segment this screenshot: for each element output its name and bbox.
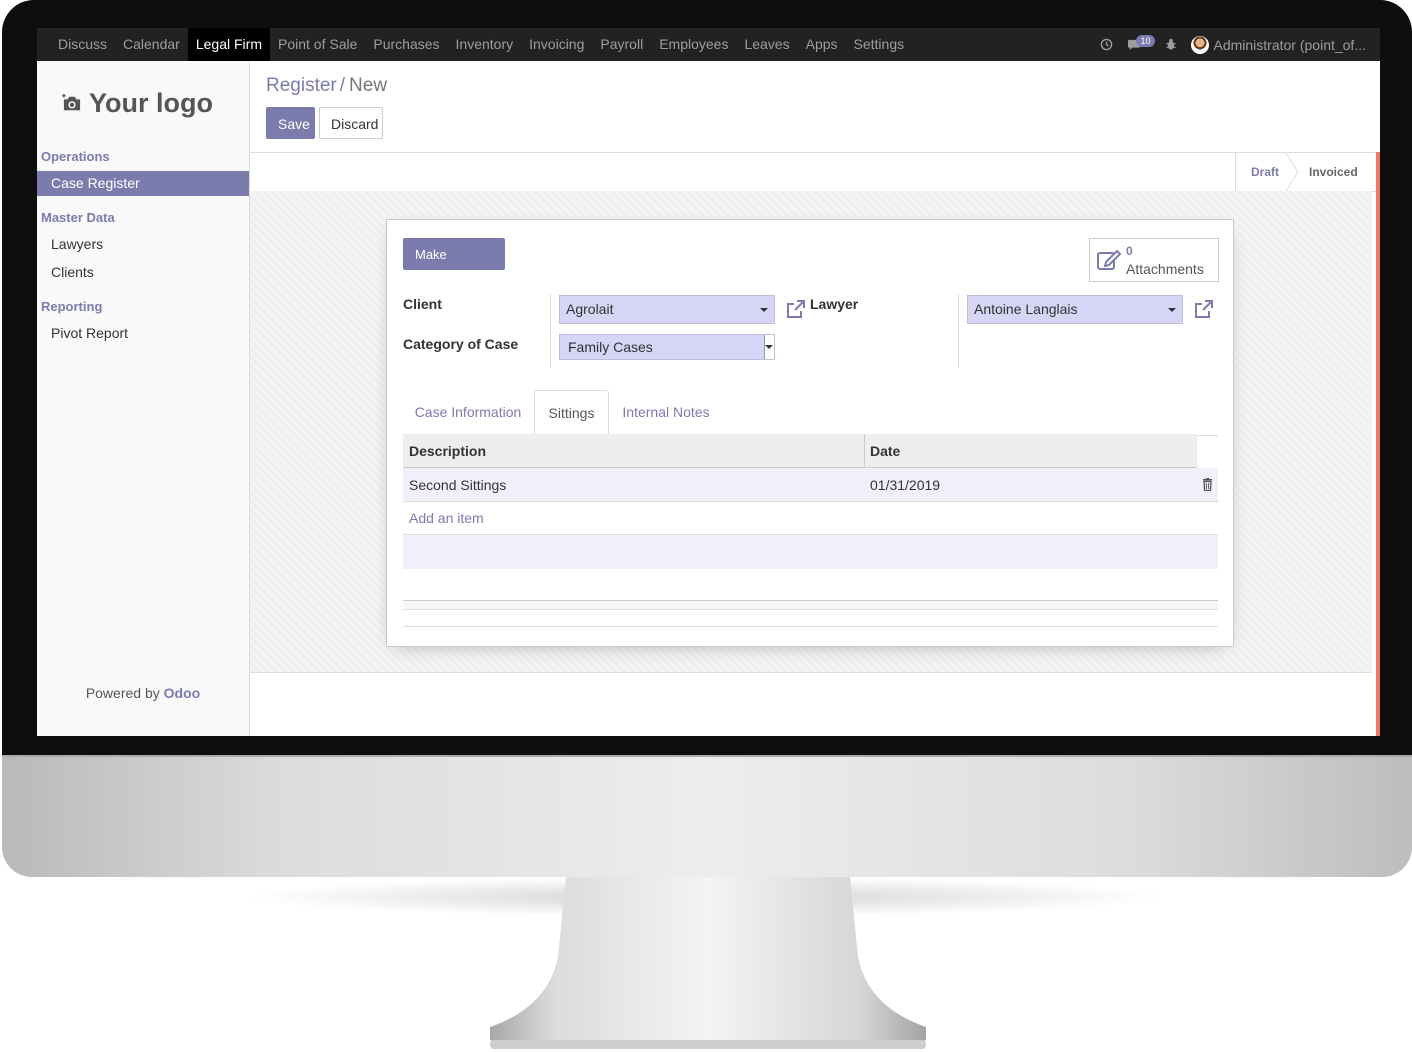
lawyer-label: Lawyer [810,296,859,312]
app-screen: Discuss Calendar Legal Firm Point of Sale Pu… [37,28,1380,736]
row-date[interactable]: 01/31/2019 [870,468,940,502]
chevron-down-icon [760,308,768,312]
user-name: Administrator (point_of... [1213,36,1366,53]
form-sheet-background: Make Payment 0 Attachments Client Agrola… [250,191,1372,673]
section-operations: Operations [41,149,110,164]
attachments-button[interactable]: 0 Attachments [1089,238,1219,282]
section-reporting: Reporting [41,299,103,314]
right-group-divider [958,294,959,368]
category-select[interactable]: Family Cases [559,334,775,360]
column-divider [864,434,865,468]
edit-icon [1097,249,1122,270]
menu-item-inventory[interactable]: Inventory [448,28,522,61]
external-link-icon[interactable] [1194,299,1214,319]
attachments-count: 0 [1126,244,1133,258]
tab-sittings[interactable]: Sittings [534,390,609,435]
table-bottom-rule [403,626,1218,627]
sidebar-item-clients[interactable]: Clients [37,260,249,285]
sidebar-item-lawyers[interactable]: Lawyers [37,232,249,257]
sidebar-item-case-register[interactable]: Case Register [37,171,249,196]
menu-item-purchases[interactable]: Purchases [365,28,447,61]
column-date[interactable]: Date [870,434,900,468]
chevron-down-icon [765,345,773,349]
table-header: Description Date [403,434,1197,468]
add-item-link[interactable]: Add an item [409,502,484,534]
logo-text: Your logo [89,87,213,118]
left-group-divider [550,294,551,368]
table-empty-row [403,534,1218,569]
attachments-label: Attachments [1126,261,1204,277]
app-menu: Discuss Calendar Legal Firm Point of Sale Pu… [50,28,912,61]
tab-internal-notes[interactable]: Internal Notes [610,390,722,435]
table-footer [403,600,1218,610]
menu-item-discuss[interactable]: Discuss [50,28,115,61]
powered-prefix: Powered by [85,685,160,701]
activity-clock-icon[interactable] [1100,38,1113,51]
external-link-icon[interactable] [786,299,806,319]
stage-arrow [1286,153,1299,191]
sidebar: Your logo Operations Case Register Maste… [37,61,250,736]
category-label: Category of Case [403,336,519,352]
menu-item-invoicing[interactable]: Invoicing [521,28,592,61]
monitor-chin [2,757,1412,877]
status-accent-bar [1376,152,1380,736]
table-row[interactable]: Second Sittings 01/31/2019 [403,468,1218,502]
menu-item-legal-firm[interactable]: Legal Firm [187,28,270,61]
category-value: Family Cases [568,339,653,355]
monitor-stand [490,877,926,1049]
column-description[interactable]: Description [409,434,486,468]
lawyer-select[interactable]: Antoine Langlais [967,295,1183,324]
stage-draft[interactable]: Draft [1251,153,1279,191]
company-logo[interactable]: Your logo [61,75,231,131]
trash-icon[interactable] [1202,478,1213,491]
menu-item-leaves[interactable]: Leaves [736,28,797,61]
client-value: Agrolait [566,301,614,317]
chevron-down-icon [1168,308,1176,312]
debug-bug-icon[interactable] [1165,38,1177,51]
form-sheet: Make Payment 0 Attachments Client Agrola… [386,219,1234,647]
odoo-link[interactable]: Odoo [164,685,201,701]
sidebar-item-pivot-report[interactable]: Pivot Report [37,321,249,346]
client-select[interactable]: Agrolait [559,295,775,324]
camera-icon [62,94,81,111]
save-button[interactable]: Save [266,107,315,139]
breadcrumb-separator: / [339,75,346,96]
lawyer-value: Antoine Langlais [974,301,1078,317]
powered-by: Powered by Odoo [37,685,249,701]
breadcrumb: Register / New [266,75,387,97]
messages-icon[interactable]: 10 [1127,34,1155,51]
systray: 10 Administrator (point_of... [1100,28,1366,61]
section-master-data: Master Data [41,210,115,225]
user-menu[interactable]: Administrator (point_of... [1191,35,1366,54]
main-content: Register / New Save Discard Draft Invoiced… [250,61,1380,736]
menu-item-payroll[interactable]: Payroll [592,28,651,61]
statusbar: Draft Invoiced [250,152,1376,192]
user-avatar [1191,35,1210,54]
breadcrumb-current: New [349,75,388,96]
menu-item-apps[interactable]: Apps [798,28,846,61]
top-navbar: Discuss Calendar Legal Firm Point of Sale Pu… [37,28,1380,61]
messages-badge: 10 [1136,34,1155,47]
client-label: Client [403,296,442,312]
stage-separator-left [1235,153,1236,191]
breadcrumb-register-link[interactable]: Register [266,75,337,96]
make-payment-button[interactable]: Make Payment [403,238,505,294]
menu-item-employees[interactable]: Employees [651,28,736,61]
stage-invoiced[interactable]: Invoiced [1309,153,1358,191]
menu-item-settings[interactable]: Settings [846,28,913,61]
notebook-tabs: Case Information Sittings Internal Notes [403,390,1218,436]
menu-item-calendar[interactable]: Calendar [115,28,188,61]
row-description[interactable]: Second Sittings [409,468,506,502]
menu-item-point-of-sale[interactable]: Point of Sale [270,28,365,61]
discard-button[interactable]: Discard [319,107,383,139]
tab-case-information[interactable]: Case Information [403,390,533,435]
